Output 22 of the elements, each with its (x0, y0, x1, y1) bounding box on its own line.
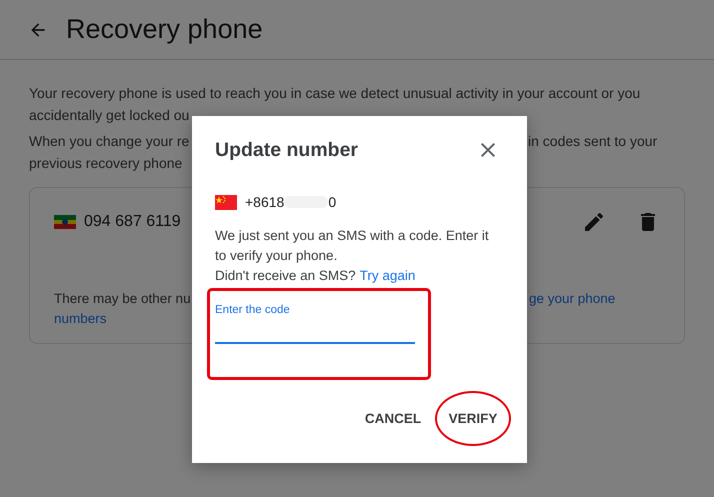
dialog-button[interactable]: CANCEL (355, 391, 431, 446)
sms-message: We just sent you an SMS with a code. Enter it to verify your phone. (215, 227, 490, 265)
body-text: There may be other nu (54, 291, 191, 306)
code-input-field[interactable]: Enter the code (215, 304, 415, 344)
page-title: Recovery phone (66, 14, 263, 45)
body-text: in codes sent to your (528, 133, 658, 149)
phone-number-suffix: 0 (328, 194, 336, 210)
phone-number: 094 687 6119 (84, 213, 181, 231)
pencil-icon[interactable] (582, 210, 606, 234)
body-text: accidentally get locked ou (29, 107, 190, 123)
link[interactable]: numbers (54, 311, 107, 326)
ethiopia-flag-icon (54, 215, 76, 229)
china-flag-icon (215, 194, 237, 210)
phone-number-prefix: +8618 (245, 194, 284, 210)
link[interactable]: ge your phone (529, 291, 616, 306)
resend-text: Didn't receive an SMS? (215, 267, 356, 285)
body-text: When you change your re (29, 133, 190, 149)
dialog-title: Update number (215, 138, 358, 162)
body-text: previous recovery phone (29, 155, 182, 171)
dialog-button[interactable]: VERIFY (435, 391, 511, 446)
try-again-link[interactable]: Try again (360, 266, 416, 286)
body-text: Your recovery phone is used to reach you in case we detect unusual activity in your account or you (29, 85, 640, 101)
